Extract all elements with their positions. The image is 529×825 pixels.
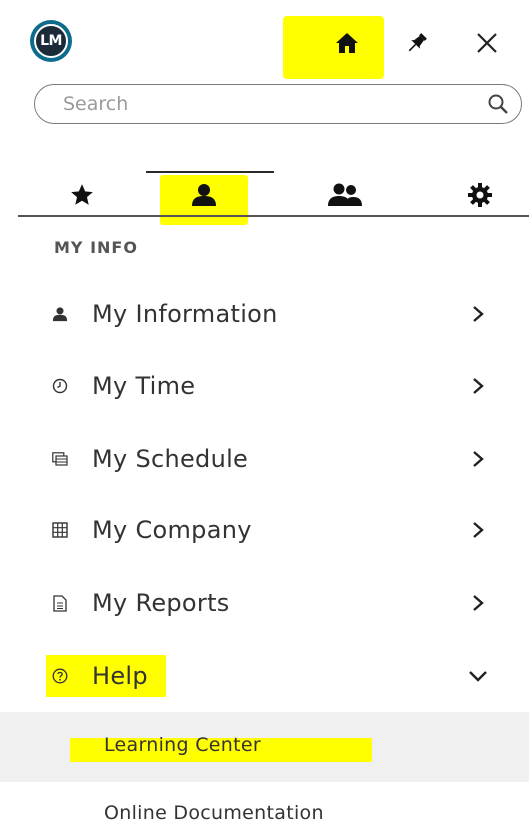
clock-icon bbox=[52, 378, 68, 394]
menu-item-label: My Time bbox=[92, 372, 196, 400]
tab-favorites[interactable] bbox=[52, 176, 112, 214]
menu-item-label: My Company bbox=[92, 516, 252, 544]
menu-item-label: My Information bbox=[92, 300, 278, 328]
menu-item-help[interactable]: Help bbox=[0, 646, 529, 706]
question-icon bbox=[52, 668, 68, 684]
avatar-initials: LM bbox=[34, 24, 68, 58]
person-icon bbox=[52, 306, 68, 322]
close-button[interactable] bbox=[470, 28, 504, 58]
search-box[interactable] bbox=[34, 84, 522, 124]
tab-my-info[interactable] bbox=[174, 176, 234, 214]
menu-item-my-time[interactable]: My Time bbox=[0, 356, 529, 416]
chevron-right-icon bbox=[468, 304, 488, 324]
person-icon bbox=[192, 184, 216, 206]
chevron-right-icon bbox=[468, 593, 488, 613]
chevron-right-icon bbox=[468, 520, 488, 540]
pin-button[interactable] bbox=[400, 28, 434, 58]
people-icon bbox=[328, 183, 362, 206]
menu-item-label: My Reports bbox=[92, 589, 230, 617]
schedule-icon bbox=[52, 451, 68, 467]
menu-item-my-schedule[interactable]: My Schedule bbox=[0, 429, 529, 489]
search-input[interactable] bbox=[61, 92, 487, 116]
menu-item-my-reports[interactable]: My Reports bbox=[0, 573, 529, 633]
menu-item-label: Help bbox=[92, 662, 148, 690]
star-icon bbox=[71, 184, 93, 205]
tab-team[interactable] bbox=[315, 176, 375, 214]
search-icon[interactable] bbox=[487, 93, 509, 115]
pin-icon bbox=[408, 33, 427, 52]
grid-icon bbox=[52, 522, 68, 538]
close-icon bbox=[477, 33, 497, 53]
tab-divider bbox=[18, 215, 529, 217]
menu-item-label: My Schedule bbox=[92, 445, 249, 473]
menu-item-my-information[interactable]: My Information bbox=[0, 284, 529, 344]
tab-settings[interactable] bbox=[450, 176, 510, 214]
home-button[interactable] bbox=[330, 28, 364, 58]
report-icon bbox=[52, 594, 68, 612]
section-title: MY INFO bbox=[54, 238, 138, 257]
active-tab-indicator bbox=[146, 171, 274, 173]
submenu-label-learning-center[interactable]: Learning Center bbox=[104, 734, 261, 756]
chevron-down-icon bbox=[468, 666, 488, 686]
gear-icon bbox=[468, 183, 492, 207]
avatar[interactable]: LM bbox=[30, 20, 72, 62]
submenu-item-online-documentation[interactable]: Online Documentation bbox=[104, 802, 324, 824]
home-icon bbox=[336, 33, 358, 53]
menu-item-my-company[interactable]: My Company bbox=[0, 500, 529, 560]
chevron-right-icon bbox=[468, 449, 488, 469]
chevron-right-icon bbox=[468, 376, 488, 396]
